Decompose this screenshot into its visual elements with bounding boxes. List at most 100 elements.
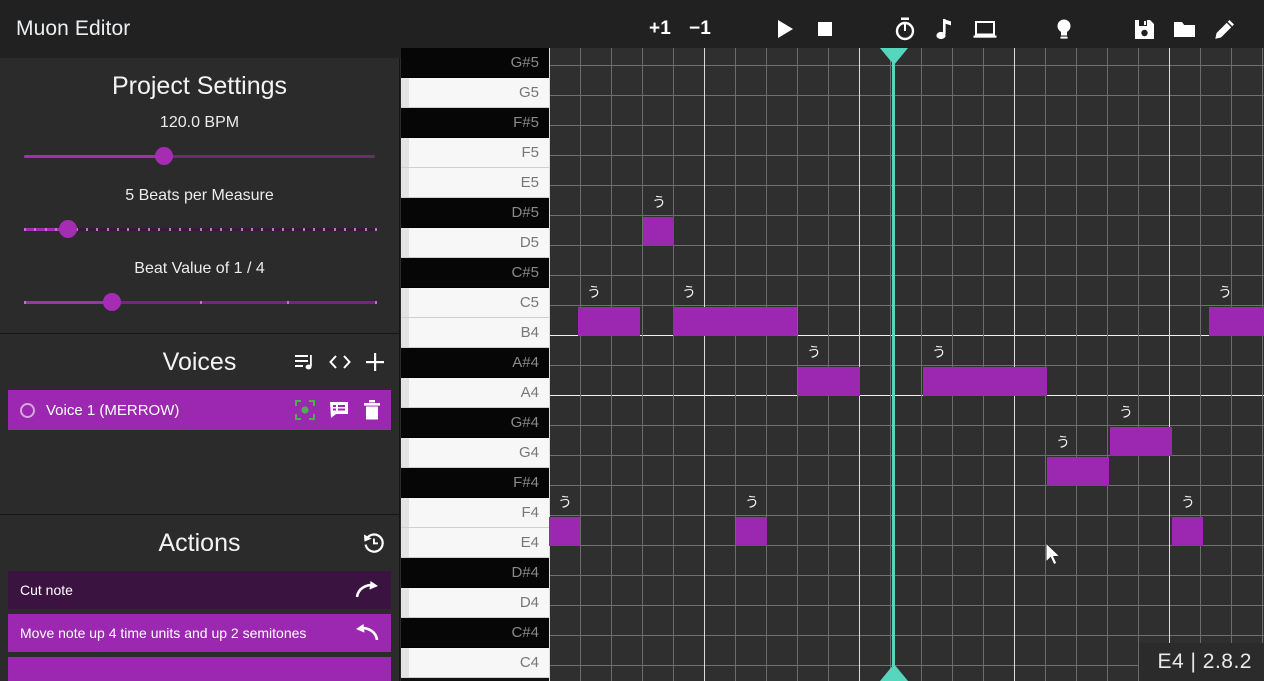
grid-row-F4[interactable] [549, 486, 1264, 516]
action-item-move-note[interactable]: Move note up 4 time units and up 2 semit… [8, 614, 391, 652]
note-block[interactable] [1047, 457, 1109, 486]
code-icon[interactable] [329, 354, 351, 370]
note-block[interactable] [1172, 517, 1203, 546]
piano-key-B4[interactable]: B4 [401, 318, 549, 348]
history-icon[interactable] [363, 532, 385, 554]
piano-key-Asharp4[interactable]: A#4 [401, 348, 549, 378]
measure-line [549, 48, 550, 681]
grid-row-C5[interactable] [549, 276, 1264, 306]
note-block[interactable] [923, 367, 1047, 396]
beat-line [983, 48, 984, 681]
piano-key-A4[interactable]: A4 [401, 378, 549, 408]
action-item-partial[interactable] [8, 657, 391, 681]
grid-row-E5[interactable] [549, 156, 1264, 186]
beats-slider-thumb[interactable] [58, 220, 77, 238]
note-block[interactable] [549, 517, 580, 546]
piano-roll-grid[interactable]: ううううううううううう [549, 48, 1264, 681]
note-block[interactable] [1209, 307, 1264, 336]
beatvalue-slider-thumb[interactable] [102, 293, 121, 311]
piano-key-Gsharp5[interactable]: G#5 [401, 48, 549, 78]
beats-slider[interactable] [24, 218, 377, 240]
beat-line [1262, 48, 1263, 681]
voice-item[interactable]: Voice 1 (MERROW) [8, 390, 391, 430]
piano-key-C5[interactable]: C5 [401, 288, 549, 318]
grid-row-Dsharp4[interactable] [549, 546, 1264, 576]
note-block[interactable] [643, 217, 674, 246]
piano-key-Gsharp4[interactable]: G#4 [401, 408, 549, 438]
playhead-bottom-marker-icon [879, 664, 908, 681]
beat-line [828, 48, 829, 681]
note-block[interactable] [798, 367, 860, 396]
piano-keyboard: G#5 G5 F#5 F5 E5 D#5 D5 C#5 C5 B4 A#4 A4 G#4 G4 F#4 F4 E… [401, 48, 549, 681]
piano-key-Dsharp4[interactable]: D#4 [401, 558, 549, 588]
note-button[interactable] [925, 9, 965, 49]
piano-key-E5[interactable]: E5 [401, 168, 549, 198]
note-block[interactable] [736, 517, 767, 546]
action-item-cut-note[interactable]: Cut note [8, 571, 391, 609]
piano-key-Fsharp5[interactable]: F#5 [401, 108, 549, 138]
trash-icon[interactable] [363, 400, 381, 420]
window-button[interactable] [965, 9, 1005, 49]
grid-row-B4[interactable] [549, 306, 1264, 336]
playhead[interactable] [879, 48, 908, 681]
grid-row-Asharp4[interactable] [549, 336, 1264, 366]
beats-label: 5 Beats per Measure [125, 187, 274, 204]
playlist-icon[interactable] [295, 354, 315, 371]
note-block[interactable] [578, 307, 640, 336]
beatvalue-slider-block: Beat Value of 1 / 4 [24, 260, 377, 313]
grid-row-D4[interactable] [549, 576, 1264, 606]
measure-line [859, 48, 860, 681]
grid-row-Dsharp5[interactable] [549, 186, 1264, 216]
play-button[interactable] [765, 9, 805, 49]
edit-button[interactable] [1204, 9, 1244, 49]
lyrics-icon[interactable] [329, 401, 349, 419]
plus-icon[interactable] [365, 352, 385, 372]
grid-row-G5[interactable] [549, 66, 1264, 96]
piano-key-C4[interactable]: C4 [401, 648, 549, 678]
piano-key-G4[interactable]: G4 [401, 438, 549, 468]
note-block[interactable] [673, 307, 797, 336]
piano-key-label: C#4 [511, 624, 539, 641]
piano-key-F4[interactable]: F4 [401, 498, 549, 528]
grid-row-Fsharp5[interactable] [549, 96, 1264, 126]
voice-item-actions [295, 400, 381, 420]
focus-target-icon[interactable] [295, 400, 315, 420]
redo-icon[interactable] [355, 581, 379, 599]
voice-select-radio-icon[interactable] [20, 402, 35, 418]
metronome-button[interactable] [885, 9, 925, 49]
transpose-up-button[interactable]: +1 [640, 9, 680, 49]
bpm-slider-thumb[interactable] [155, 147, 174, 165]
note-block[interactable] [1110, 427, 1172, 456]
save-button[interactable] [1124, 9, 1164, 49]
grid-row-Csharp5[interactable] [549, 246, 1264, 276]
piano-key-G5[interactable]: G5 [401, 78, 549, 108]
grid-row-Fsharp4[interactable] [549, 456, 1264, 486]
stop-button[interactable] [805, 9, 845, 49]
piano-key-label: D#5 [511, 204, 539, 221]
piano-key-Csharp5[interactable]: C#5 [401, 258, 549, 288]
hint-button[interactable] [1044, 9, 1084, 49]
grid-row-F5[interactable] [549, 126, 1264, 156]
piano-key-E4[interactable]: E4 [401, 528, 549, 558]
beatvalue-slider[interactable] [24, 291, 377, 313]
beat-line [580, 48, 581, 681]
open-button[interactable] [1164, 9, 1204, 49]
bpm-slider[interactable] [24, 145, 375, 167]
piano-key-label: G#5 [510, 54, 539, 71]
piano-key-label: A4 [520, 384, 539, 401]
piano-key-Fsharp4[interactable]: F#4 [401, 468, 549, 498]
transpose-down-button[interactable]: −1 [680, 9, 720, 49]
piano-key-D4[interactable]: D4 [401, 588, 549, 618]
grid-row-A4[interactable] [549, 366, 1264, 396]
pencil-icon [1214, 19, 1235, 40]
piano-key-D5[interactable]: D5 [401, 228, 549, 258]
piano-key-Dsharp5[interactable]: D#5 [401, 198, 549, 228]
piano-key-Csharp4[interactable]: C#4 [401, 618, 549, 648]
undo-icon[interactable] [355, 624, 379, 642]
beats-slider-block: 5 Beats per Measure [24, 187, 377, 240]
grid-row-Gsharp4[interactable] [549, 396, 1264, 426]
piano-key-F5[interactable]: F5 [401, 138, 549, 168]
grid-row-E4[interactable] [549, 516, 1264, 546]
beat-line [1107, 48, 1108, 681]
grid-row-Csharp4[interactable] [549, 606, 1264, 636]
